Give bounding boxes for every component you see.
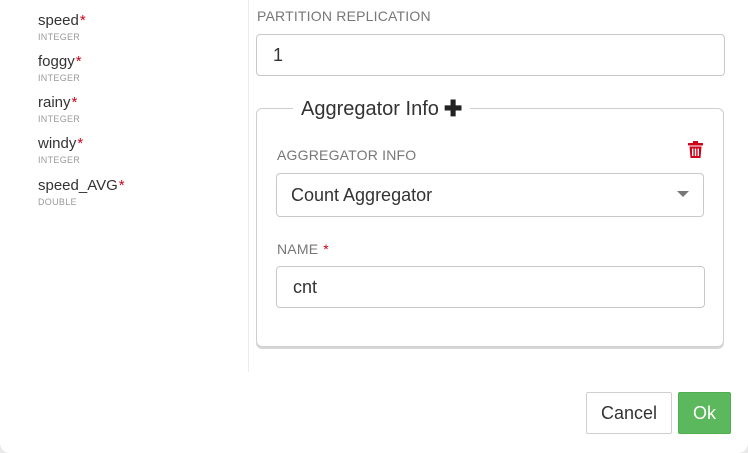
field-name: windy xyxy=(38,135,77,152)
field-item-foggy: foggy* INTEGER xyxy=(38,53,82,84)
required-marker: * xyxy=(77,135,84,152)
name-input[interactable]: cnt xyxy=(276,266,705,308)
required-marker: * xyxy=(75,53,82,70)
trash-icon[interactable] xyxy=(688,141,703,158)
cancel-button[interactable]: Cancel xyxy=(586,392,672,434)
required-marker: * xyxy=(323,241,329,257)
field-name: speed_AVG xyxy=(38,177,118,194)
field-list: speed* INTEGER foggy* INTEGER rainy* INT… xyxy=(0,0,249,372)
field-type: INTEGER xyxy=(38,73,81,83)
caret-down-icon xyxy=(677,191,689,197)
field-type: INTEGER xyxy=(38,155,81,165)
partition-replication-value: 1 xyxy=(273,44,284,65)
field-item-speed: speed* INTEGER xyxy=(38,12,86,43)
name-value: cnt xyxy=(293,276,318,297)
field-type: DOUBLE xyxy=(38,197,77,207)
ok-button[interactable]: Ok xyxy=(678,392,731,434)
required-marker: * xyxy=(71,94,78,111)
partition-replication-input[interactable]: 1 xyxy=(256,34,725,76)
field-item-windy: windy* INTEGER xyxy=(38,135,83,166)
required-marker: * xyxy=(118,177,125,194)
aggregator-info-label: AGGREGATOR INFO xyxy=(277,147,417,163)
aggregator-fieldset xyxy=(256,108,724,347)
partition-replication-label: PARTITION REPLICATION xyxy=(257,8,431,24)
required-marker: * xyxy=(79,12,86,29)
aggregator-legend-title: Aggregator Info xyxy=(301,97,439,120)
aggregator-info-value: Count Aggregator xyxy=(291,184,433,205)
aggregator-legend: Aggregator Info ✚ xyxy=(293,96,471,122)
aggregator-info-select[interactable]: Count Aggregator xyxy=(276,173,704,217)
name-label: NAME * xyxy=(277,241,329,257)
plus-icon[interactable]: ✚ xyxy=(444,98,462,120)
field-item-speed-avg: speed_AVG* DOUBLE xyxy=(38,177,125,208)
field-name: speed xyxy=(38,12,79,29)
field-item-rainy: rainy* INTEGER xyxy=(38,94,80,125)
field-type: INTEGER xyxy=(38,32,81,42)
dialog: speed* INTEGER foggy* INTEGER rainy* INT… xyxy=(0,0,748,453)
field-name: foggy xyxy=(38,53,75,70)
field-name: rainy xyxy=(38,94,71,111)
field-type: INTEGER xyxy=(38,114,81,124)
